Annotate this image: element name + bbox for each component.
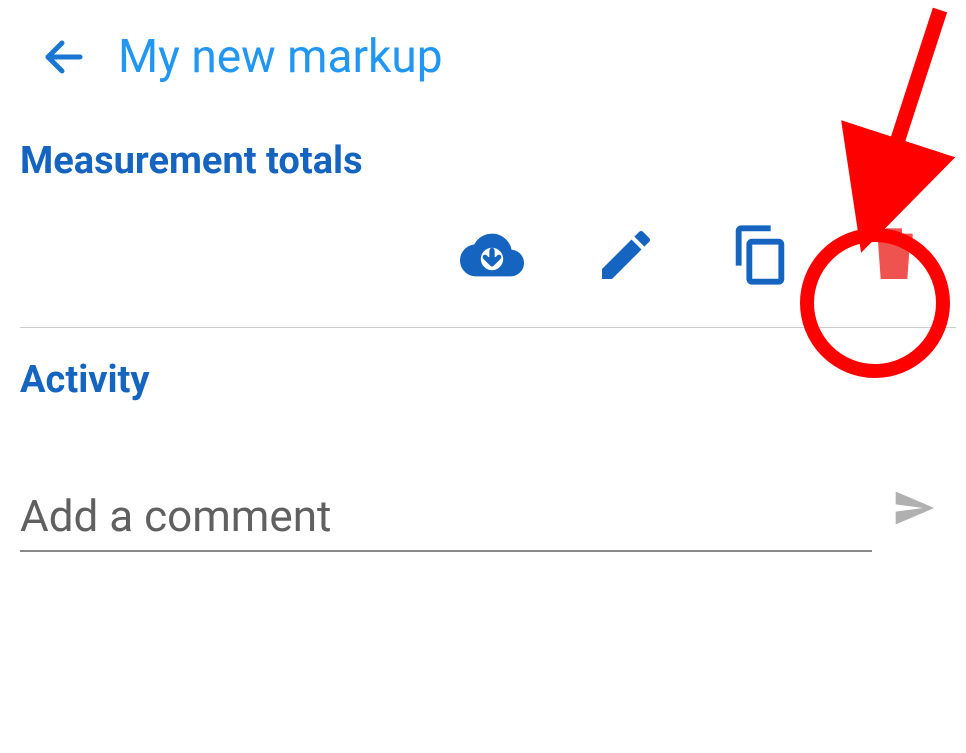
copy-icon bbox=[728, 223, 792, 287]
panel-header: My new markup bbox=[0, 0, 966, 104]
markup-title[interactable]: My new markup bbox=[118, 30, 443, 84]
download-button[interactable] bbox=[460, 223, 524, 287]
chevron-down-icon bbox=[870, 141, 906, 177]
cloud-download-icon bbox=[460, 223, 524, 287]
send-icon bbox=[892, 486, 936, 530]
copy-button[interactable] bbox=[728, 223, 792, 287]
measurement-collapse-toggle[interactable] bbox=[870, 141, 906, 181]
back-arrow-icon bbox=[40, 33, 88, 81]
send-comment-button[interactable] bbox=[892, 486, 936, 530]
back-button[interactable] bbox=[40, 33, 88, 81]
activity-title: Activity bbox=[0, 328, 966, 422]
measurement-title: Measurement totals bbox=[20, 139, 363, 183]
delete-button[interactable] bbox=[862, 223, 926, 287]
comment-row bbox=[0, 422, 966, 562]
action-toolbar bbox=[0, 193, 966, 327]
measurement-section-header[interactable]: Measurement totals bbox=[0, 104, 966, 193]
edit-button[interactable] bbox=[594, 223, 658, 287]
pencil-icon bbox=[594, 223, 658, 287]
comment-input[interactable] bbox=[20, 482, 872, 552]
trash-icon bbox=[862, 223, 926, 287]
